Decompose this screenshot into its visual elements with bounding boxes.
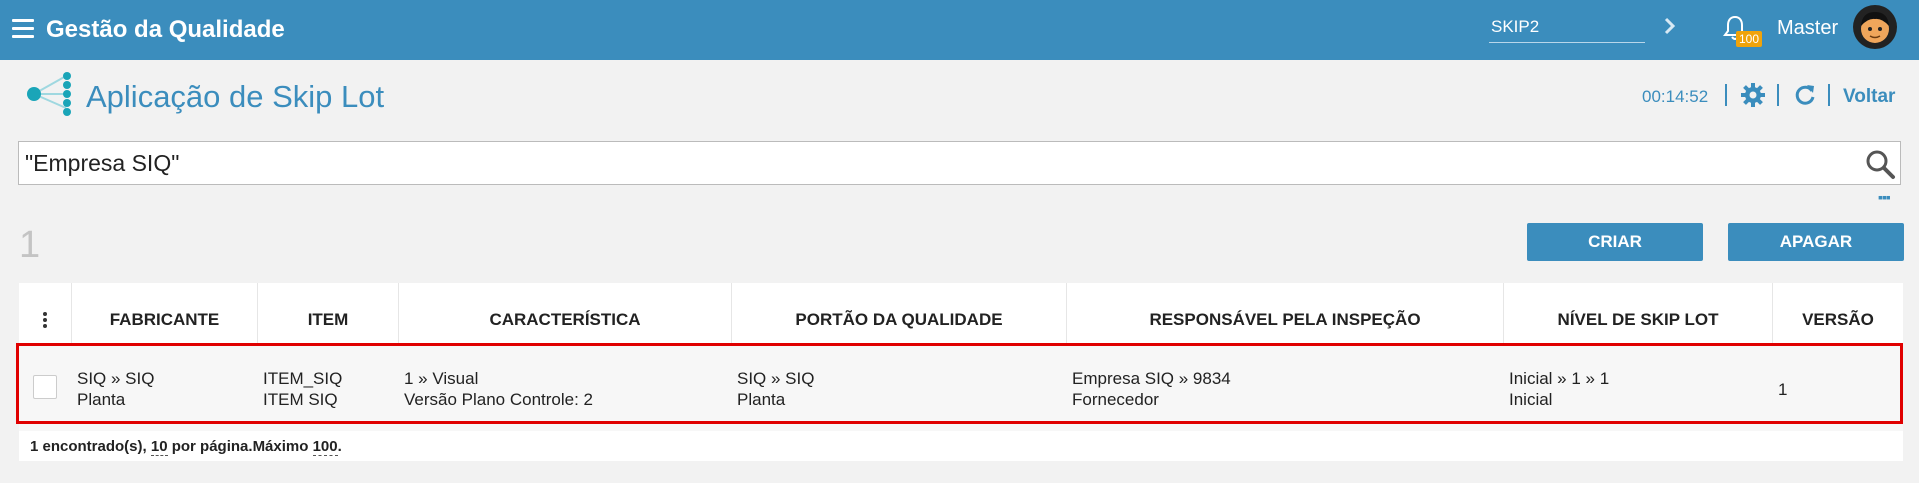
footer-end: . <box>337 438 342 455</box>
gear-icon[interactable] <box>1741 83 1765 107</box>
found-text: 1 encontrado(s), <box>30 438 151 455</box>
column-header-versao[interactable]: VERSÃO <box>1773 283 1903 345</box>
page-size-select[interactable]: 10 <box>150 438 168 456</box>
cell-caracteristica: 1 » Visual Versão Plano Controle: 2 <box>399 346 732 432</box>
result-count: 1 <box>19 224 41 266</box>
per-page-text: por página. <box>167 438 253 455</box>
cell-line: Planta <box>737 390 786 409</box>
column-header-nivel[interactable]: NÍVEL DE SKIP LOT <box>1504 283 1773 345</box>
page-title: Aplicação de Skip Lot <box>86 79 385 114</box>
create-button[interactable]: CRIAR <box>1527 223 1703 261</box>
cell-line: Planta <box>77 390 126 409</box>
column-header-item[interactable]: ITEM <box>258 283 399 345</box>
cell-fabricante: SIQ » SIQ Planta <box>72 346 258 432</box>
search-input[interactable] <box>18 141 1901 185</box>
separator <box>1777 84 1779 106</box>
avatar[interactable] <box>1852 4 1898 50</box>
skip-lot-table: FABRICANTE ITEM CARACTERÍSTICA PORTÃO DA… <box>19 283 1903 461</box>
refresh-icon[interactable] <box>1793 83 1817 107</box>
cell-line: ITEM_SIQ <box>263 369 343 388</box>
pagination-footer: 1 encontrado(s), 10 por página.Máximo 10… <box>30 437 342 457</box>
delete-button[interactable]: APAGAR <box>1728 223 1904 261</box>
cell-responsavel: Empresa SIQ » 9834 Fornecedor <box>1067 346 1504 432</box>
session-timer: 00:14:52 <box>1642 87 1709 106</box>
separator <box>1828 84 1830 106</box>
column-options[interactable] <box>19 283 72 345</box>
cell-line: Fornecedor <box>1072 390 1159 409</box>
hamburger-menu-icon[interactable] <box>12 19 34 39</box>
column-header-portao[interactable]: PORTÃO DA QUALIDADE <box>732 283 1067 345</box>
table-header: FABRICANTE ITEM CARACTERÍSTICA PORTÃO DA… <box>19 283 1903 345</box>
column-header-responsavel[interactable]: RESPONSÁVEL PELA INSPEÇÃO <box>1067 283 1504 345</box>
cell-line: Inicial <box>1509 390 1553 409</box>
cell-item: ITEM_SIQ ITEM SIQ <box>258 346 399 432</box>
cell-versao: 1 <box>1773 346 1903 432</box>
cell-line: SIQ » SIQ <box>737 369 815 388</box>
cell-line: Empresa SIQ » 9834 <box>1072 369 1231 388</box>
back-link[interactable]: Voltar <box>1843 85 1895 109</box>
cell-nivel: Inicial » 1 » 1 Inicial <box>1504 346 1773 432</box>
cell-line: 1 » Visual <box>404 369 479 388</box>
max-results-select[interactable]: 100 <box>312 438 338 456</box>
row-checkbox[interactable] <box>33 375 57 399</box>
notification-badge[interactable]: 100 <box>1736 31 1763 47</box>
kebab-menu-icon[interactable] <box>42 311 48 329</box>
cell-line: Versão Plano Controle: 2 <box>404 390 594 409</box>
table-row[interactable]: SIQ » SIQ Planta ITEM_SIQ ITEM SIQ 1 » V… <box>19 345 1903 431</box>
cell-portao: SIQ » SIQ Planta <box>732 346 1067 432</box>
separator <box>1725 84 1727 106</box>
column-header-caracteristica[interactable]: CARACTERÍSTICA <box>399 283 732 345</box>
skip-lot-app-icon <box>27 72 71 116</box>
user-name[interactable]: Master <box>1777 16 1838 40</box>
cell-line: ITEM SIQ <box>263 390 338 409</box>
top-search-input[interactable] <box>1489 11 1645 43</box>
column-header-fabricante[interactable]: FABRICANTE <box>72 283 258 345</box>
cell-line: Inicial » 1 » 1 <box>1509 369 1610 388</box>
top-bar: Gestão da Qualidade 100 Master <box>0 0 1919 60</box>
cell-line: SIQ » SIQ <box>77 369 155 388</box>
search-icon[interactable] <box>1864 148 1896 180</box>
more-options-icon[interactable]: ▪▪▪ <box>1878 190 1891 204</box>
chevron-right-icon[interactable] <box>1660 14 1680 38</box>
cell-line: 1 <box>1778 379 1788 399</box>
app-title[interactable]: Gestão da Qualidade <box>46 14 285 46</box>
max-label: Máximo <box>252 438 313 455</box>
